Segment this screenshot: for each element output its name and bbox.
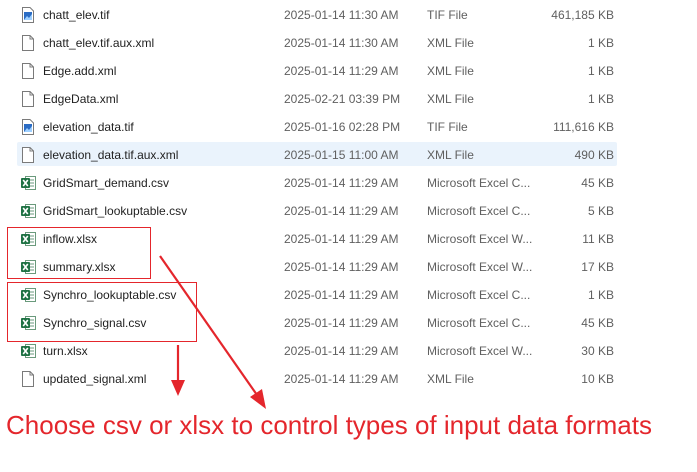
- csv-arrow: [171, 345, 185, 396]
- annotation-caption: Choose csv or xlsx to control types of i…: [6, 410, 652, 440]
- file-explorer-screenshot: chatt_elev.tif 2025-01-14 11:30 AM TIF Fil…: [0, 0, 697, 472]
- annotation-arrows: [159, 255, 266, 409]
